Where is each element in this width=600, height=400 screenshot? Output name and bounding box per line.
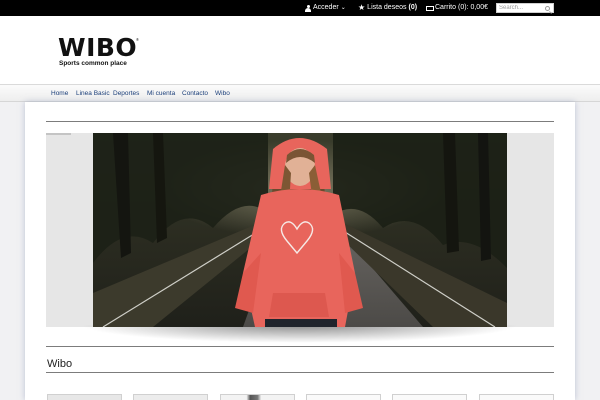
header: WIBO ® Sports common place: [0, 16, 600, 84]
wishlist-label: Lista deseos: [367, 4, 407, 11]
wishlist-count: (0): [408, 4, 418, 11]
product-thumb[interactable]: [392, 394, 467, 400]
cart-link[interactable]: Carrito (0): 0,00€: [425, 0, 488, 16]
registered-mark-icon: ®: [136, 37, 139, 42]
nav-item-contacto[interactable]: Contacto: [182, 85, 208, 102]
cart-summary: (0): 0,00€: [458, 4, 488, 11]
logo-tagline: Sports common place: [59, 60, 127, 67]
user-icon: [305, 4, 311, 12]
hero-slide-image[interactable]: [93, 133, 507, 327]
nav-item-wibo[interactable]: Wibo: [215, 85, 230, 102]
logo[interactable]: WIBO ® Sports common place: [58, 35, 148, 69]
wishlist-link[interactable]: ★ Lista deseos (0): [358, 0, 417, 16]
search-input[interactable]: [499, 4, 543, 12]
cart-label: Carrito: [435, 4, 457, 11]
chevron-down-icon: ⌄: [340, 5, 346, 11]
product-thumb[interactable]: [47, 394, 122, 400]
star-icon: ★: [358, 3, 366, 12]
section-top-divider: [46, 346, 554, 347]
section-bottom-divider: [46, 372, 554, 373]
product-thumb[interactable]: [479, 394, 554, 400]
login-link[interactable]: Acceder ⌄: [305, 0, 346, 16]
hero-photo-svg: [93, 133, 507, 327]
nav-item-mi-cuenta[interactable]: Mi cuenta: [147, 85, 175, 102]
cart-icon: [425, 5, 434, 12]
search-icon[interactable]: [545, 5, 550, 11]
slider-shadow: [80, 325, 520, 343]
main-nav: Home Linea Basic Deportes Mi cuenta Cont…: [0, 84, 600, 102]
slider-progress-bar: [46, 133, 71, 135]
login-label: Acceder: [313, 4, 339, 11]
logo-text: WIBO: [58, 33, 138, 62]
nav-item-home[interactable]: Home: [51, 85, 68, 102]
top-bar: Acceder ⌄ ★ Lista deseos (0) Carrito (0)…: [0, 0, 600, 16]
nav-item-deportes[interactable]: Deportes: [113, 85, 139, 102]
top-divider: [46, 121, 554, 122]
product-thumb[interactable]: [306, 394, 381, 400]
product-thumb[interactable]: [220, 394, 295, 400]
search-box: [496, 3, 554, 13]
product-thumb[interactable]: [133, 394, 208, 400]
nav-item-linea-basic[interactable]: Linea Basic: [76, 85, 110, 102]
section-title: Wibo: [47, 358, 73, 370]
